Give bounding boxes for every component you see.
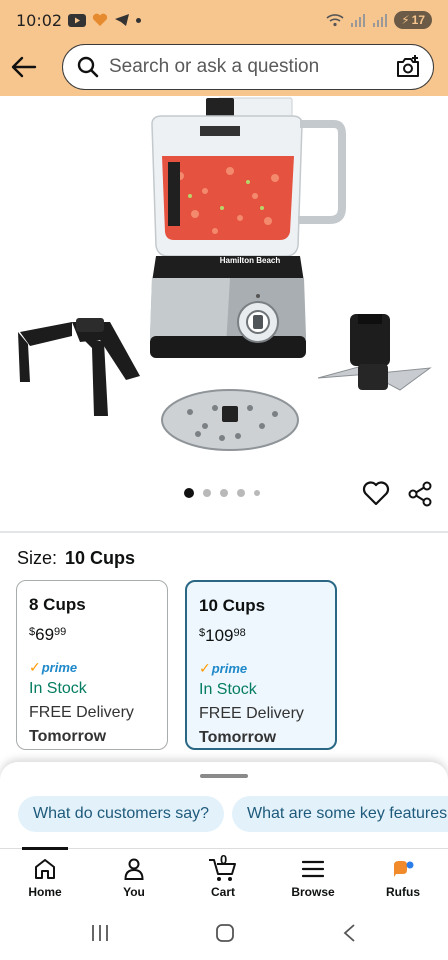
option-title: 10 Cups <box>199 596 266 615</box>
wishlist-heart-icon[interactable] <box>362 480 390 506</box>
nav-cart[interactable]: 0 Cart <box>187 852 259 899</box>
back-button[interactable] <box>0 43 48 91</box>
price-cents: 99 <box>54 626 67 638</box>
size-option-10-cups[interactable]: 10 Cups $10998 ✓ prime In Stock FREE Deli… <box>185 580 337 750</box>
home-button-icon[interactable] <box>215 923 235 943</box>
prime-check-icon: ✓ <box>29 659 41 675</box>
status-time: 10:02 <box>16 10 63 30</box>
back-arrow-icon <box>11 56 37 78</box>
sheet-drag-handle[interactable] <box>200 774 248 778</box>
delivery-date: Tomorrow <box>199 729 277 746</box>
nav-rufus[interactable]: Rufus <box>367 855 439 899</box>
youtube-icon <box>68 13 87 27</box>
search-row: Search or ask a question <box>0 42 448 92</box>
rufus-suggestions-sheet: What do customers say? What are some key… <box>0 762 448 852</box>
nav-home-label: Home <box>28 885 62 899</box>
stock-status: In Stock <box>199 681 257 698</box>
suggestion-chip-label: What are some key features <box>247 805 448 822</box>
nav-cart-label: Cart <box>210 885 235 899</box>
delivery-text: FREE Delivery <box>29 704 134 721</box>
delivery-text: FREE Delivery <box>199 705 304 722</box>
size-selected-value: 10 Cups <box>65 548 136 568</box>
person-icon <box>124 858 144 880</box>
menu-icon <box>302 860 324 878</box>
price-whole: 69 <box>35 625 55 644</box>
carousel-dot-4[interactable] <box>237 489 245 497</box>
search-input[interactable]: Search or ask a question <box>62 44 434 90</box>
nav-browse[interactable]: Browse <box>277 855 349 899</box>
nav-you[interactable]: You <box>98 855 170 899</box>
option-price: $6999 <box>29 625 155 645</box>
nav-rufus-label: Rufus <box>386 885 420 899</box>
price-whole: 109 <box>205 626 234 645</box>
delivery-date: Tomorrow <box>29 728 107 745</box>
nav-browse-label: Browse <box>291 885 335 899</box>
signal-icon-2 <box>373 14 388 27</box>
suggestion-chip-key-features[interactable]: What are some key features <box>232 796 448 832</box>
search-placeholder: Search or ask a question <box>109 56 320 77</box>
carousel-dot-1[interactable] <box>184 488 194 498</box>
camera-search-icon[interactable] <box>395 55 421 79</box>
carousel-indicator <box>184 488 260 498</box>
back-button-icon[interactable] <box>342 923 356 943</box>
price-cents: 98 <box>233 627 246 639</box>
option-title: 8 Cups <box>29 595 86 614</box>
battery-indicator: ⚡ 17 <box>394 11 432 29</box>
stock-status: In Stock <box>29 680 87 697</box>
bottom-navigation: Home You 0 Cart Browse Rufus <box>0 847 448 904</box>
status-notification-icons <box>68 13 142 27</box>
wifi-icon <box>326 14 344 27</box>
carousel-dot-3[interactable] <box>220 489 228 497</box>
dot-icon <box>136 17 142 23</box>
prime-label: prime <box>211 661 248 676</box>
signal-icon <box>351 14 366 27</box>
rufus-icon <box>394 861 414 877</box>
brand-logo-text: Hamilton Beach <box>220 256 281 265</box>
option-price: $10998 <box>199 626 323 646</box>
carousel-dot-5[interactable] <box>254 490 260 496</box>
share-icon[interactable] <box>406 480 434 508</box>
battery-level: 17 <box>411 13 425 27</box>
food-processor-image: Hamilton Beach <box>18 97 432 451</box>
status-bar: 10:02 ⚡ 17 <box>0 0 448 40</box>
nav-you-label: You <box>123 885 145 899</box>
nav-home[interactable]: Home <box>9 855 81 899</box>
size-label: Size: <box>17 548 58 568</box>
product-image-carousel[interactable]: Hamilton Beach <box>0 96 448 470</box>
prime-check-icon: ✓ <box>199 660 211 676</box>
nav-active-indicator <box>22 847 68 850</box>
charging-icon: ⚡ <box>401 13 410 27</box>
prime-badge: ✓ prime <box>29 659 155 676</box>
home-icon <box>35 859 55 879</box>
section-divider <box>0 531 448 533</box>
search-icon <box>77 56 99 78</box>
size-selector-label: Size: 10 Cups <box>17 548 135 569</box>
suggestion-chip-customers-say[interactable]: What do customers say? <box>18 796 225 832</box>
carousel-dot-2[interactable] <box>203 489 211 497</box>
system-navigation-bar <box>0 904 448 960</box>
heart-notification-icon <box>93 13 108 26</box>
cart-count: 0 <box>220 852 228 867</box>
prime-badge: ✓ prime <box>199 660 323 677</box>
size-option-8-cups[interactable]: 8 Cups $6999 ✓ prime In Stock FREE Delive… <box>16 580 168 750</box>
app-header: 10:02 ⚡ 17 Search or ask a question <box>0 0 448 96</box>
telegram-icon <box>115 14 130 26</box>
prime-label: prime <box>41 660 78 675</box>
recent-apps-icon[interactable] <box>90 924 110 942</box>
